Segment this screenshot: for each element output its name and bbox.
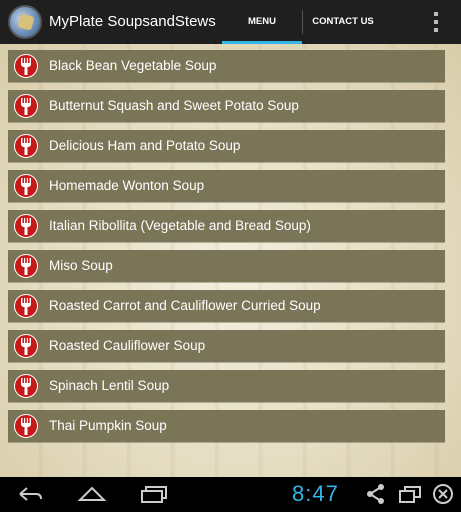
fork-icon	[14, 214, 38, 238]
list-item[interactable]: Thai Pumpkin Soup	[8, 410, 445, 442]
action-bar: MyPlate SoupsandStews MENU CONTACT US	[0, 0, 461, 44]
list-item-label: Italian Ribollita (Vegetable and Bread S…	[49, 218, 311, 233]
list-item-label: Roasted Carrot and Cauliflower Curried S…	[49, 298, 321, 313]
list-item[interactable]: Miso Soup	[8, 250, 445, 282]
fork-icon	[14, 334, 38, 358]
back-icon[interactable]	[16, 483, 44, 510]
list-item-label: Homemade Wonton Soup	[49, 178, 205, 193]
fork-icon	[14, 94, 38, 118]
tab-contact-us[interactable]: CONTACT US	[303, 0, 383, 44]
fork-icon	[14, 254, 38, 278]
list-item-label: Miso Soup	[49, 258, 113, 273]
list-item-label: Butternut Squash and Sweet Potato Soup	[49, 98, 299, 113]
close-icon[interactable]	[432, 483, 454, 510]
fork-icon	[14, 294, 38, 318]
list-item[interactable]: Black Bean Vegetable Soup	[8, 50, 445, 82]
list-item-label: Delicious Ham and Potato Soup	[49, 138, 241, 153]
list-item-label: Spinach Lentil Soup	[49, 378, 170, 393]
fork-icon	[14, 374, 38, 398]
fork-icon	[14, 414, 38, 438]
list-item-label: Thai Pumpkin Soup	[49, 418, 167, 433]
tab-menu[interactable]: MENU	[222, 0, 302, 44]
list-item[interactable]: Italian Ribollita (Vegetable and Bread S…	[8, 210, 445, 242]
share-icon[interactable]	[366, 483, 386, 510]
list-item[interactable]: Delicious Ham and Potato Soup	[8, 130, 445, 162]
recipe-list: Black Bean Vegetable Soup Butternut Squa…	[0, 44, 461, 477]
list-item[interactable]: Butternut Squash and Sweet Potato Soup	[8, 90, 445, 122]
clock: 8:47	[292, 481, 339, 506]
home-icon[interactable]	[77, 483, 107, 510]
recents-icon[interactable]	[140, 483, 168, 510]
app-logo-icon[interactable]	[8, 5, 42, 39]
list-item[interactable]: Homemade Wonton Soup	[8, 170, 445, 202]
list-item[interactable]: Spinach Lentil Soup	[8, 370, 445, 402]
list-item-label: Black Bean Vegetable Soup	[49, 58, 217, 73]
window-icon[interactable]	[398, 483, 422, 510]
system-nav-bar: 8:47	[0, 477, 461, 512]
list-item-label: Roasted Cauliflower Soup	[49, 338, 206, 353]
overflow-menu-icon[interactable]	[428, 12, 444, 32]
list-item[interactable]: Roasted Carrot and Cauliflower Curried S…	[8, 290, 445, 322]
fork-icon	[14, 54, 38, 78]
fork-icon	[14, 174, 38, 198]
list-item[interactable]: Roasted Cauliflower Soup	[8, 330, 445, 362]
fork-icon	[14, 134, 38, 158]
app-title: MyPlate SoupsandStews	[49, 13, 216, 30]
